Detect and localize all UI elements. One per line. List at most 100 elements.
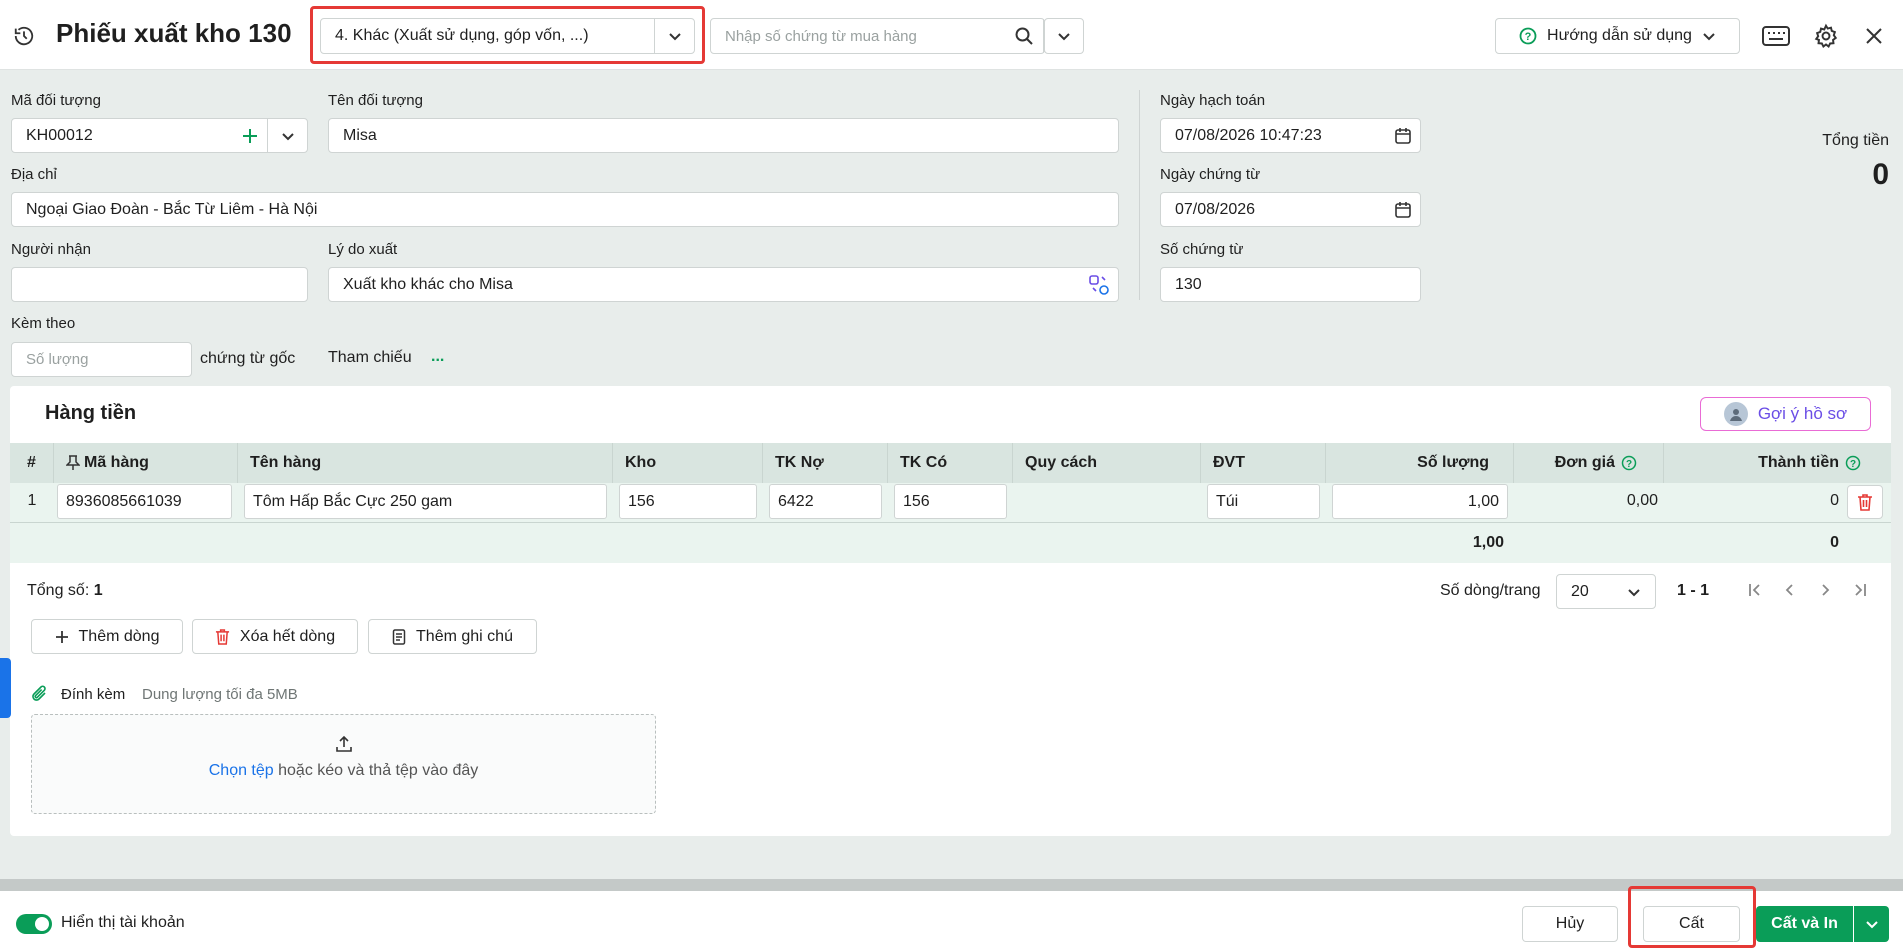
first-page-icon[interactable] [1745, 580, 1765, 600]
save-label: Cất [1679, 915, 1704, 932]
rows-per-page-select[interactable]: 20 [1556, 574, 1656, 609]
help-button[interactable]: ? Hướng dẫn sử dụng [1495, 18, 1740, 54]
calendar-icon[interactable] [1394, 127, 1412, 145]
dropzone-text: Chọn tệp hoặc kéo và thả tệp vào đây [31, 762, 656, 780]
dia-chi-value: Ngoại Giao Đoàn - Bắc Từ Liêm - Hà Nội [26, 200, 318, 218]
purchase-search-dropdown[interactable] [1044, 18, 1084, 54]
keyboard-icon[interactable] [1761, 22, 1791, 50]
add-row-button[interactable]: Thêm dòng [31, 619, 183, 654]
row-thanh-tien[interactable]: 0 [1664, 492, 1839, 510]
kem-theo-label: Kèm theo [11, 315, 76, 332]
rows-per-page-label: Số dòng/trang [1440, 582, 1541, 599]
col-header-tk-no[interactable]: TK Nợ [763, 443, 888, 483]
next-page-icon[interactable] [1815, 580, 1835, 600]
tham-chieu-more-link[interactable]: ... [431, 348, 444, 366]
close-icon[interactable] [1862, 24, 1886, 48]
row-so-luong-input[interactable]: 1,00 [1332, 484, 1508, 519]
suggest-profile-button[interactable]: Gợi ý hồ sơ [1700, 397, 1871, 431]
col-header-quy-cach[interactable]: Quy cách [1013, 443, 1201, 483]
row-don-gia[interactable]: 0,00 [1514, 492, 1658, 510]
ten-doi-tuong-input[interactable]: Misa [328, 118, 1119, 153]
row-kho-input[interactable]: 156 [619, 484, 757, 519]
so-luong-chung-tu-input[interactable]: Số lượng [11, 342, 192, 377]
col-header-so-luong[interactable]: Số lượng [1326, 443, 1514, 483]
row-dvt-input[interactable]: Túi [1207, 484, 1320, 519]
chevron-down-icon [1628, 588, 1640, 596]
note-icon [392, 628, 406, 645]
col-header-dvt[interactable]: ĐVT [1201, 443, 1326, 483]
paperclip-icon [30, 684, 50, 704]
calendar-icon[interactable] [1394, 201, 1412, 219]
col-header-ten-hang[interactable]: Tên hàng [238, 443, 613, 483]
tong-so: Tổng số: 1 [27, 582, 103, 600]
nguoi-nhan-input[interactable] [11, 267, 308, 302]
help-circle-icon: ? [1519, 27, 1537, 45]
ma-doi-tuong-value: KH00012 [26, 126, 93, 144]
pin-icon[interactable] [66, 455, 80, 471]
row-tk-no-input[interactable]: 6422 [769, 484, 882, 519]
row-tk-co-input[interactable]: 156 [894, 484, 1007, 519]
help-circle-icon[interactable]: ? [1621, 455, 1637, 471]
ly-do-label: Lý do xuất [328, 241, 398, 258]
col-header-ma-hang[interactable]: Mã hàng [54, 443, 238, 483]
table-total-row [10, 523, 1891, 563]
ngay-hach-toan-input[interactable]: 07/08/2026 10:47:23 [1160, 118, 1421, 153]
col-thanh-tien-label: Thành tiền [1758, 454, 1839, 471]
nguoi-nhan-label: Người nhận [11, 241, 91, 258]
gear-icon[interactable] [1812, 22, 1840, 50]
chevron-down-icon[interactable] [654, 19, 694, 53]
ly-do-value: Xuất kho khác cho Misa [343, 275, 513, 293]
goods-section-title: Hàng tiền [45, 402, 137, 424]
help-circle-icon[interactable]: ? [1845, 455, 1861, 471]
svg-text:?: ? [1525, 31, 1532, 43]
save-button[interactable]: Cất [1643, 906, 1740, 942]
col-header-kho[interactable]: Kho [613, 443, 763, 483]
chevron-down-icon [1703, 33, 1715, 41]
ma-doi-tuong-input[interactable]: KH00012 [11, 118, 308, 153]
col-header-don-gia[interactable]: Đơn giá ? [1514, 443, 1664, 483]
horizontal-scrollbar[interactable] [0, 879, 1903, 891]
delete-row-button[interactable] [1847, 485, 1883, 519]
ngay-hach-toan-label: Ngày hạch toán [1160, 92, 1266, 109]
chevron-down-icon[interactable] [267, 119, 307, 152]
page-title: Phiếu xuất kho 130 [56, 18, 292, 48]
add-note-button[interactable]: Thêm ghi chú [368, 619, 537, 654]
row-ma-hang-input[interactable]: 8936085661039 [57, 484, 232, 519]
search-icon[interactable] [1004, 19, 1044, 53]
cancel-button[interactable]: Hủy [1522, 906, 1618, 942]
side-expand-tab[interactable] [0, 658, 11, 718]
ly-do-input[interactable]: Xuất kho khác cho Misa [328, 267, 1119, 302]
so-chung-tu-input[interactable]: 130 [1160, 267, 1421, 302]
last-page-icon[interactable] [1850, 580, 1870, 600]
history-icon[interactable] [12, 24, 36, 48]
row-no: 1 [27, 492, 37, 509]
prev-page-icon[interactable] [1780, 580, 1800, 600]
save-options-dropdown[interactable] [1854, 906, 1889, 942]
add-note-label: Thêm ghi chú [416, 627, 513, 645]
delete-all-rows-button[interactable]: Xóa hết dòng [192, 619, 358, 654]
cancel-label: Hủy [1555, 915, 1585, 932]
plus-icon[interactable] [233, 128, 267, 144]
purchase-voucher-search-input[interactable]: Nhập số chứng từ mua hàng [710, 18, 1045, 54]
ngay-chung-tu-value: 07/08/2026 [1175, 200, 1256, 218]
ai-suggest-icon[interactable] [1088, 274, 1110, 296]
rows-per-page-value: 20 [1571, 582, 1589, 600]
chung-tu-goc-label: chứng từ gốc [200, 350, 296, 367]
drop-text: hoặc kéo và thả tệp vào đây [278, 762, 479, 779]
delete-all-label: Xóa hết dòng [239, 627, 336, 645]
choose-file-link[interactable]: Chọn tệp [209, 762, 274, 779]
col-header-tk-co[interactable]: TK Có [888, 443, 1013, 483]
ngay-chung-tu-input[interactable]: 07/08/2026 [1160, 192, 1421, 227]
row-ten-hang-input[interactable]: Tôm Hấp Bắc Cực 250 gam [244, 484, 607, 519]
col-header-no: # [10, 443, 54, 483]
ngay-hach-toan-value: 07/08/2026 10:47:23 [1175, 126, 1322, 144]
export-type-select[interactable]: 4. Khác (Xuất sử dụng, góp vốn, ...) [320, 18, 695, 54]
trash-icon [215, 629, 229, 645]
save-and-print-button[interactable]: Cất và In [1756, 906, 1853, 942]
so-chung-tu-value: 130 [1175, 275, 1202, 293]
show-account-toggle[interactable] [16, 914, 52, 934]
col-header-thanh-tien[interactable]: Thành tiền ? [1664, 443, 1891, 483]
suggest-profile-label: Gợi ý hồ sơ [1757, 404, 1848, 423]
dia-chi-input[interactable]: Ngoại Giao Đoàn - Bắc Từ Liêm - Hà Nội [11, 192, 1119, 227]
export-type-value: 4. Khác (Xuất sử dụng, góp vốn, ...) [335, 27, 589, 44]
